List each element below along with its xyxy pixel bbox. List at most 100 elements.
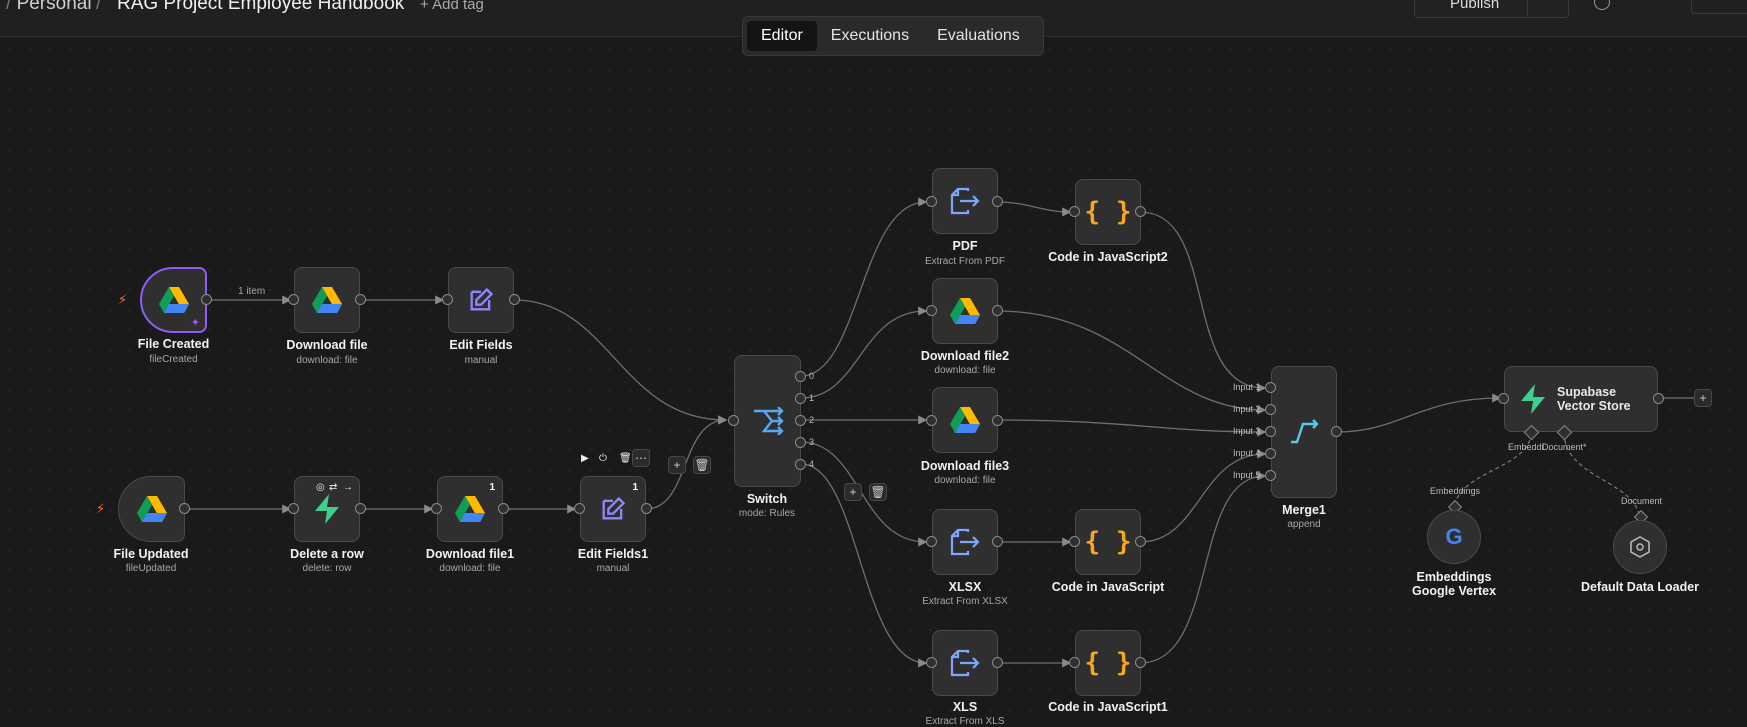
more-options-icon[interactable]: ⋯ bbox=[632, 449, 650, 467]
trigger-bolt-icon: ⚡ bbox=[118, 292, 128, 307]
trash-icon[interactable]: 🗑 bbox=[619, 453, 632, 464]
input-port-2[interactable] bbox=[1265, 404, 1276, 415]
arrow-right-icon[interactable]: → bbox=[343, 482, 353, 493]
google-icon: G bbox=[1445, 524, 1463, 549]
output-port[interactable] bbox=[992, 536, 1003, 547]
output-port[interactable] bbox=[992, 196, 1003, 207]
input-port[interactable] bbox=[926, 536, 937, 547]
add-node-button[interactable]: + bbox=[1694, 389, 1712, 407]
data-loader-icon bbox=[1630, 536, 1650, 558]
input-port[interactable] bbox=[1069, 536, 1080, 547]
output-port[interactable] bbox=[1331, 426, 1342, 437]
node-edit-fields[interactable] bbox=[448, 267, 514, 333]
google-drive-icon bbox=[950, 297, 980, 324]
node-default-data-loader[interactable] bbox=[1613, 520, 1667, 574]
node-subtitle: download: file bbox=[934, 475, 996, 486]
edge-merge-supabase bbox=[1336, 393, 1502, 433]
document-connector-label: Document bbox=[1621, 496, 1663, 506]
output-port[interactable] bbox=[355, 503, 366, 514]
output-port[interactable] bbox=[509, 294, 520, 305]
input-port-4[interactable] bbox=[1265, 448, 1276, 459]
node-title: Edit Fields bbox=[449, 338, 513, 352]
node-download-file3[interactable] bbox=[932, 387, 998, 453]
node-switch[interactable] bbox=[734, 355, 801, 487]
switch-icon bbox=[753, 407, 784, 435]
output-port[interactable] bbox=[992, 415, 1003, 426]
google-drive-icon bbox=[312, 286, 342, 313]
output-port[interactable] bbox=[1135, 206, 1146, 217]
extract-icon bbox=[950, 187, 980, 215]
input-port-5[interactable] bbox=[1265, 470, 1276, 481]
google-drive-icon bbox=[136, 495, 167, 522]
output-port[interactable] bbox=[992, 657, 1003, 668]
output-port-0[interactable] bbox=[795, 371, 806, 382]
input-port[interactable] bbox=[926, 196, 937, 207]
node-supabase-vector-store[interactable]: Supabase Vector Store bbox=[1504, 366, 1658, 432]
input-port[interactable] bbox=[1498, 393, 1509, 404]
node-title: XLSX bbox=[948, 580, 982, 594]
input-port[interactable] bbox=[926, 657, 937, 668]
node-title: Switch bbox=[746, 492, 788, 506]
input-port[interactable] bbox=[442, 294, 453, 305]
output-port[interactable] bbox=[1135, 536, 1146, 547]
execute-icon[interactable]: ◎ bbox=[316, 482, 325, 493]
delete-edge-button[interactable]: 🗑 bbox=[869, 483, 887, 501]
delete-edge-button[interactable]: 🗑 bbox=[693, 456, 711, 474]
node-edit-fields1[interactable]: 1 bbox=[580, 476, 646, 542]
output-port[interactable] bbox=[992, 305, 1003, 316]
node-code-javascript1[interactable]: { } bbox=[1075, 630, 1141, 696]
output-port[interactable] bbox=[355, 294, 366, 305]
input-port[interactable] bbox=[288, 503, 299, 514]
node-download-file1[interactable]: 1 bbox=[437, 476, 503, 542]
node-download-file2[interactable] bbox=[932, 278, 998, 344]
output-port[interactable] bbox=[179, 503, 190, 514]
node-subtitle: download: file bbox=[934, 365, 996, 376]
node-title: Download file bbox=[286, 338, 368, 352]
input-port[interactable] bbox=[926, 415, 937, 426]
add-node-button[interactable]: + bbox=[668, 456, 686, 474]
power-icon[interactable]: ⏻ bbox=[599, 453, 607, 464]
node-merge1[interactable] bbox=[1271, 366, 1337, 498]
output-port-1[interactable] bbox=[795, 393, 806, 404]
node-title: File Created bbox=[137, 337, 210, 351]
node-file-updated[interactable] bbox=[118, 476, 185, 542]
output-port[interactable] bbox=[1653, 393, 1664, 404]
node-pdf[interactable] bbox=[932, 168, 998, 234]
input-port-3[interactable] bbox=[1265, 426, 1276, 437]
node-code-javascript[interactable]: { } bbox=[1075, 509, 1141, 575]
toggle-icon[interactable]: ⇄ bbox=[329, 482, 337, 493]
output-port-2[interactable] bbox=[795, 415, 806, 426]
node-subtitle: delete: row bbox=[302, 563, 352, 574]
output-port[interactable] bbox=[1135, 657, 1146, 668]
node-xlsx[interactable] bbox=[932, 509, 998, 575]
output-port[interactable] bbox=[498, 503, 509, 514]
edge-download3-merge bbox=[996, 419, 1267, 437]
input-port[interactable] bbox=[288, 294, 299, 305]
input-port[interactable] bbox=[926, 305, 937, 316]
node-code-javascript2[interactable]: { } bbox=[1075, 179, 1141, 245]
node-subtitle: mode: Rules bbox=[738, 508, 796, 519]
output-port[interactable] bbox=[641, 503, 652, 514]
node-embeddings-google-vertex[interactable]: G bbox=[1427, 510, 1481, 564]
code-braces-icon: { } bbox=[1084, 648, 1132, 678]
output-port-3[interactable] bbox=[795, 437, 806, 448]
input-port[interactable] bbox=[1069, 206, 1080, 217]
pin-icon: ✦ bbox=[190, 317, 200, 329]
node-subtitle: download: file bbox=[296, 355, 358, 366]
add-node-button[interactable]: + bbox=[844, 483, 862, 501]
node-xls[interactable] bbox=[932, 630, 998, 696]
input-port[interactable] bbox=[1069, 657, 1080, 668]
input-port[interactable] bbox=[728, 415, 739, 426]
input-label: Input 2 bbox=[1233, 404, 1261, 414]
output-port[interactable] bbox=[201, 294, 212, 305]
output-port-4[interactable] bbox=[795, 459, 806, 470]
node-file-created[interactable]: ✦ bbox=[140, 267, 207, 333]
output-label: 4 bbox=[809, 459, 815, 469]
node-delete-row[interactable]: ◎ ⇄ → bbox=[294, 476, 360, 542]
input-port[interactable] bbox=[431, 503, 442, 514]
node-download-file[interactable] bbox=[294, 267, 360, 333]
input-label: Input 3 bbox=[1233, 426, 1261, 436]
input-port-1[interactable] bbox=[1265, 382, 1276, 393]
play-icon[interactable]: ▶ bbox=[581, 453, 589, 464]
input-port[interactable] bbox=[574, 503, 585, 514]
